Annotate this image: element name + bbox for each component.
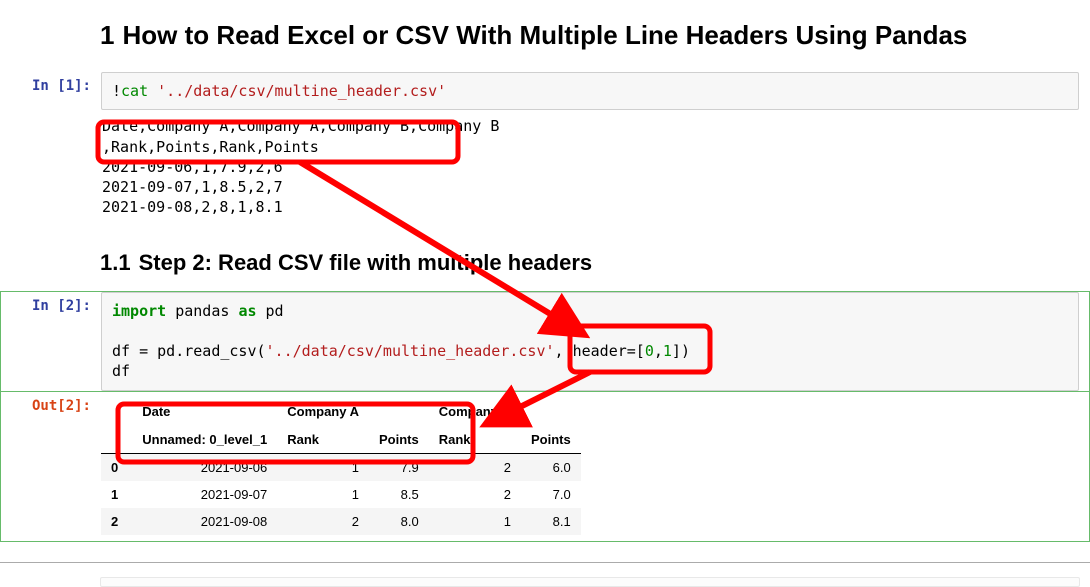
empty-cell-placeholder[interactable] bbox=[100, 577, 1080, 587]
heading-number: 1 bbox=[100, 20, 114, 50]
code-input-2[interactable]: import pandas as pd df = pd.read_csv('..… bbox=[101, 292, 1079, 391]
divider bbox=[0, 562, 1090, 577]
heading-text: How to Read Excel or CSV With Multiple L… bbox=[122, 20, 967, 50]
section-heading: 1.1 Step 2: Read CSV file with multiple h… bbox=[100, 250, 1090, 276]
cell-1: In [1]: !cat '../data/csv/multine_header… bbox=[0, 71, 1090, 111]
prompt-blank-1 bbox=[1, 112, 101, 118]
subheading-number: 1.1 bbox=[100, 250, 131, 275]
dataframe-output: Date Company A Company B Unnamed: 0_leve… bbox=[101, 398, 581, 535]
header-row-bottom: Unnamed: 0_level_1 Rank Points Rank Poin… bbox=[101, 425, 581, 453]
prompt-in-1: In [1]: bbox=[1, 72, 101, 94]
code-input-1[interactable]: !cat '../data/csv/multine_header.csv' bbox=[101, 72, 1079, 110]
cell-2: In [2]: import pandas as pd df = pd.read… bbox=[0, 291, 1090, 392]
output-1-text: Date,Company A,Company A,Company B,Compa… bbox=[101, 112, 1089, 223]
subheading-text: Step 2: Read CSV file with multiple head… bbox=[139, 250, 593, 275]
cell-2-output: Out[2]: Date Company A Company B Unnamed… bbox=[0, 392, 1090, 542]
cell-1-output: Date,Company A,Company A,Company B,Compa… bbox=[0, 111, 1090, 224]
header-row-top: Date Company A Company B bbox=[101, 398, 581, 426]
page-title: 1 How to Read Excel or CSV With Multiple … bbox=[100, 20, 1090, 51]
prompt-out-2: Out[2]: bbox=[1, 392, 101, 414]
prompt-in-2: In [2]: bbox=[1, 292, 101, 314]
table-row: 2 2021-09-08 2 8.0 1 8.1 bbox=[101, 508, 581, 535]
table-row: 1 2021-09-07 1 8.5 2 7.0 bbox=[101, 481, 581, 508]
table-row: 0 2021-09-06 1 7.9 2 6.0 bbox=[101, 453, 581, 481]
